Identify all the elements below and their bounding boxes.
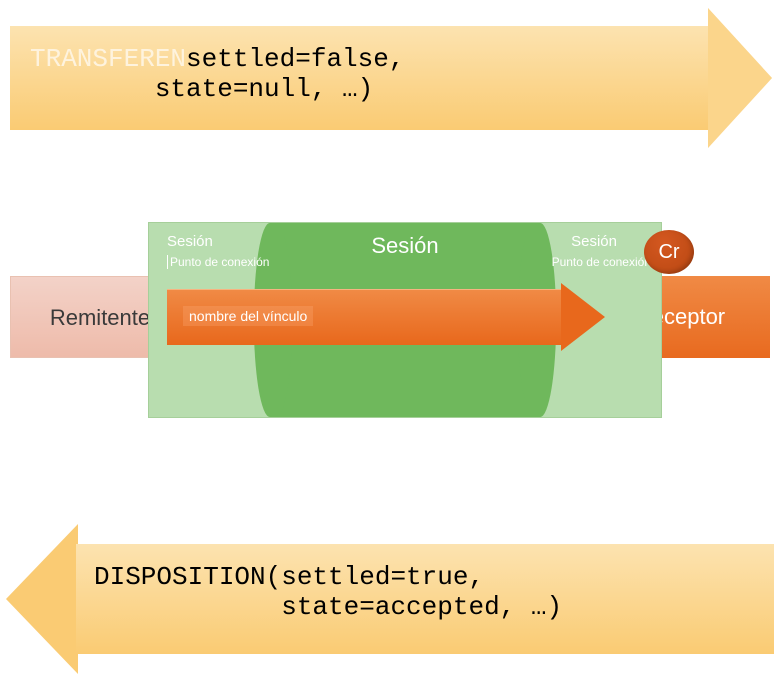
disposition-line1: DISPOSITION(settled=true,: [94, 562, 484, 592]
transfer-line1: settled=false,: [186, 44, 404, 74]
transfer-ghost-prefix: TRANSFEREN: [30, 44, 186, 74]
link-arrow: nombre del vínculo: [167, 289, 605, 345]
sender-label: Remitente: [50, 305, 150, 330]
session-right-title: Sesión: [571, 233, 617, 250]
credit-badge: Cr: [644, 230, 694, 274]
arrow-head-left-icon: [6, 524, 78, 674]
disposition-text: DISPOSITION(settled=true, state=accepted…: [94, 562, 562, 622]
arrow-head-right-icon: [708, 8, 772, 148]
arrow-head-right-icon: [561, 283, 605, 351]
transfer-text: TRANSFERENsettled=false, state=null, …): [30, 44, 404, 104]
link-label: nombre del vínculo: [183, 306, 313, 326]
transfer-line2: state=null, …): [30, 74, 373, 104]
session-diagram: Remitente Receptor Sesión Punto de conex…: [10, 258, 770, 398]
disposition-arrow: DISPOSITION(settled=true, state=accepted…: [6, 524, 772, 674]
credit-badge-text: Cr: [658, 241, 679, 263]
session-right-subtitle: Punto de conexión: [552, 255, 651, 269]
transfer-arrow: TRANSFERENsettled=false, state=null, …): [10, 8, 772, 148]
disposition-line2: state=accepted, …): [94, 592, 562, 622]
session-container: Sesión Punto de conexión Sesión Sesión P…: [148, 222, 662, 418]
